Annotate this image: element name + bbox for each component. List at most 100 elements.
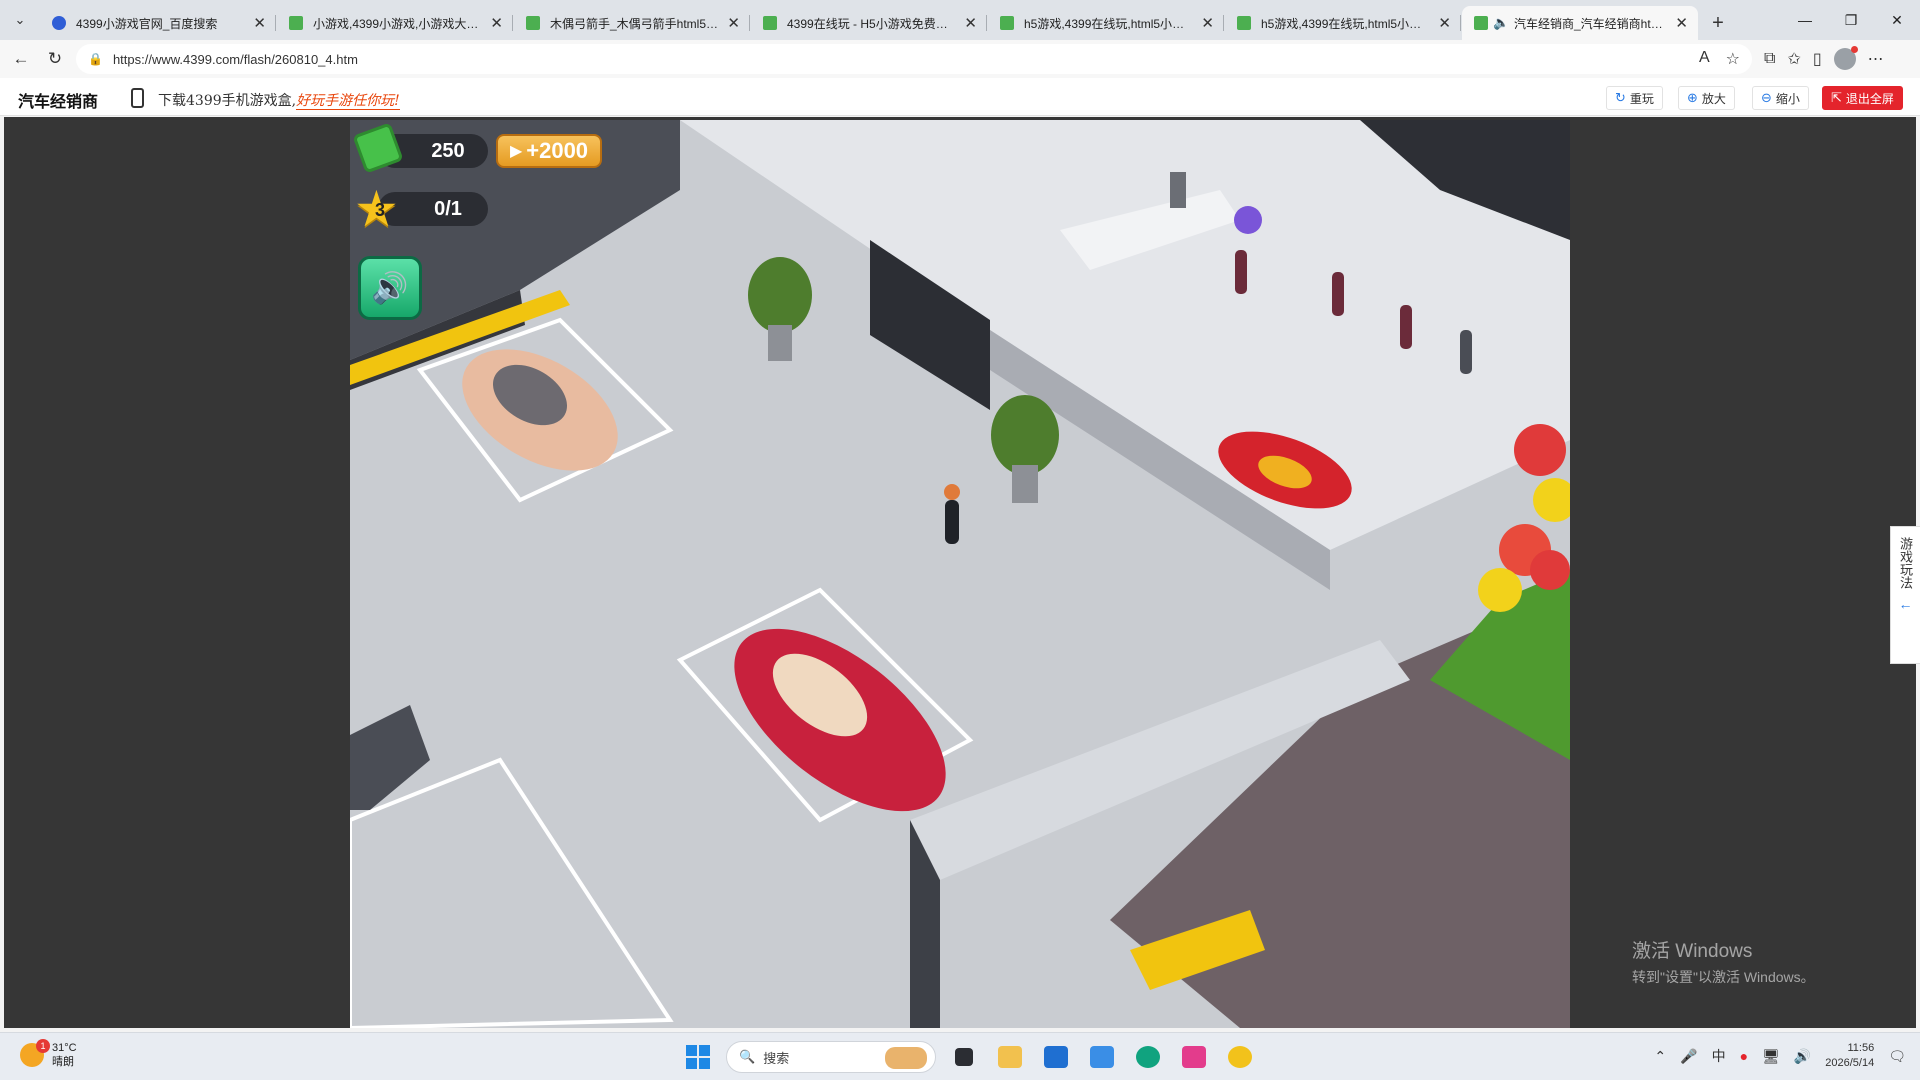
start-button[interactable] — [680, 1039, 716, 1075]
close-icon[interactable]: ✕ — [1675, 14, 1688, 32]
system-tray: ⌃ 🎤 中 ● 🖥 🔊 11:56 2026/5/14 🗨 — [1654, 1041, 1906, 1071]
favorites-icon[interactable]: ✩ — [1787, 49, 1800, 69]
tab-title: h5游戏,4399在线玩,html5小游戏 — [1261, 16, 1431, 31]
4399-icon — [1237, 16, 1251, 30]
read-aloud-icon[interactable]: A — [1699, 49, 1710, 69]
antivirus-icon[interactable]: ● — [1740, 1048, 1748, 1064]
exit-fullscreen-button[interactable]: ⇱ 退出全屏 — [1822, 86, 1903, 110]
volume-icon[interactable]: 🔊 — [1794, 1048, 1811, 1065]
edge-icon — [1136, 1046, 1160, 1068]
star-level: 3 — [374, 200, 385, 220]
media-icon — [1182, 1046, 1206, 1068]
extensions-icon[interactable]: ⧉ — [1764, 50, 1775, 68]
search-highlight-image — [885, 1047, 927, 1069]
close-icon[interactable]: ✕ — [964, 14, 977, 32]
tab-title: 4399小游戏官网_百度搜索 — [76, 16, 218, 31]
activation-watermark: 激活 Windows 转到"设置"以激活 Windows。 — [1632, 936, 1815, 987]
zoom-out-label: 缩小 — [1775, 91, 1800, 106]
tab[interactable]: h5游戏,4399在线玩,html5小游戏 ✕ — [1225, 6, 1461, 40]
weather-temp: 31°C — [52, 1042, 77, 1054]
arrow-left-icon: ← — [1898, 596, 1913, 612]
restore-icon[interactable]: ❐ — [1828, 0, 1874, 40]
game-title: 汽车经销商 — [18, 94, 99, 111]
tab-strip: ⌄ 4399小游戏官网_百度搜索 ✕ 小游戏,4399小游戏,小游戏大全,双 ✕ 木… — [0, 0, 1920, 40]
player-icon — [1228, 1046, 1252, 1068]
clock-time: 11:56 — [1847, 1042, 1875, 1054]
close-icon[interactable]: ✕ — [727, 14, 740, 32]
weather-widget[interactable]: 1 31°C 晴朗 — [20, 1039, 77, 1069]
4399-icon — [1474, 16, 1488, 30]
tab[interactable]: 4399在线玩 - H5小游戏免费畅玩 ✕ — [751, 6, 987, 40]
close-icon[interactable]: ✕ — [1201, 14, 1214, 32]
sound-toggle-button[interactable]: 🔊 — [358, 256, 422, 320]
refresh-icon: ↻ — [1615, 90, 1626, 105]
media-app[interactable] — [1176, 1039, 1212, 1075]
tab[interactable]: 木偶弓箭手_木偶弓箭手html5游戏 ✕ — [514, 6, 750, 40]
close-window-icon[interactable]: ✕ — [1874, 0, 1920, 40]
zoom-in-button[interactable]: ⊕ 放大 — [1678, 86, 1735, 110]
4399-icon — [763, 16, 777, 30]
video-icon: ▶ — [509, 143, 523, 160]
avatar[interactable] — [1833, 46, 1858, 70]
notifications-icon[interactable]: 🗨 — [1888, 1048, 1906, 1065]
speaker-icon: 🔊 — [371, 271, 409, 305]
edge-app[interactable] — [1130, 1039, 1166, 1075]
url-field[interactable]: 🔒 https://www.4399.com/flash/260810_4.ht… — [76, 44, 1752, 74]
how-to-play-tab[interactable]: 游戏玩法 ← — [1890, 526, 1920, 664]
favorite-star-icon[interactable]: ☆ — [1726, 49, 1740, 69]
network-icon[interactable]: 🖥 — [1762, 1048, 1780, 1065]
zoom-in-label: 放大 — [1701, 91, 1726, 106]
lock-icon[interactable]: 🔒 — [88, 52, 103, 66]
search-placeholder: 搜索 — [763, 1050, 790, 1066]
tab-actions-chevron-icon[interactable]: ⌄ — [0, 0, 40, 40]
address-bar: ← ↻ 🔒 https://www.4399.com/flash/260810_… — [0, 40, 1920, 78]
replay-label: 重玩 — [1629, 91, 1654, 106]
tab[interactable]: 4399小游戏官网_百度搜索 ✕ — [40, 6, 276, 40]
tab-title: 4399在线玩 - H5小游戏免费畅玩 — [787, 16, 957, 31]
collections-icon[interactable]: ▯ — [1813, 49, 1822, 69]
video-player-app[interactable] — [1222, 1039, 1258, 1075]
more-icon[interactable]: ⋯ — [1868, 49, 1884, 69]
chevron-up-icon[interactable]: ⌃ — [1654, 1048, 1666, 1065]
photos-app[interactable] — [1084, 1039, 1120, 1075]
notification-badge: 1 — [36, 1039, 50, 1053]
promo-link[interactable]: 下载4399手机游戏盒,好玩手游任你玩! — [158, 90, 400, 110]
store-app[interactable] — [1038, 1039, 1074, 1075]
new-tab-button[interactable]: + — [1699, 6, 1737, 40]
minimize-icon[interactable]: — — [1782, 0, 1828, 40]
taskview-app[interactable] — [946, 1039, 982, 1075]
close-icon[interactable]: ✕ — [1438, 14, 1451, 32]
file-explorer-app[interactable] — [992, 1039, 1028, 1075]
replay-button[interactable]: ↻ 重玩 — [1606, 86, 1663, 110]
exit-fullscreen-label: 退出全屏 — [1845, 91, 1894, 106]
tab[interactable]: h5游戏,4399在线玩,html5小游戏 ✕ — [988, 6, 1224, 40]
tab[interactable]: 小游戏,4399小游戏,小游戏大全,双 ✕ — [277, 6, 513, 40]
cash-value: 250 — [431, 139, 465, 162]
zoom-out-button[interactable]: ⊖ 缩小 — [1752, 86, 1809, 110]
input-method-icon[interactable]: 中 — [1712, 1046, 1726, 1066]
site-header: 汽车经销商 下载4399手机游戏盒,好玩手游任你玩! ↻ 重玩 ⊕ 放大 ⊖ 缩小 ⇱… — [0, 78, 1920, 116]
promo-prefix: 下载4399手机游戏盒, — [158, 93, 297, 109]
reload-icon[interactable]: ↻ — [38, 44, 72, 74]
exit-icon: ⇱ — [1831, 90, 1842, 105]
tab-active[interactable]: 🔈 汽车经销商_汽车经销商html5 ✕ — [1462, 6, 1698, 40]
game-scene — [350, 120, 1570, 1028]
watch-ad-button[interactable]: ▶ +2000 — [496, 134, 602, 168]
zoom-out-icon: ⊖ — [1761, 90, 1772, 105]
tab-title: 汽车经销商_汽车经销商html5 — [1514, 16, 1668, 31]
watermark-line1: 激活 Windows — [1632, 941, 1753, 962]
speaker-icon[interactable]: 🔈 — [1493, 15, 1509, 31]
how-to-play-label: 游戏玩法 — [1898, 537, 1913, 589]
watermark-line2: 转到"设置"以激活 Windows。 — [1632, 969, 1815, 985]
close-icon[interactable]: ✕ — [253, 14, 266, 32]
microphone-icon[interactable]: 🎤 — [1680, 1048, 1697, 1065]
close-icon[interactable]: ✕ — [490, 14, 503, 32]
url-text: https://www.4399.com/flash/260810_4.htm — [112, 51, 358, 67]
stars-progress: 0/1 — [434, 197, 462, 220]
back-icon[interactable]: ← — [4, 44, 38, 74]
game-canvas[interactable]: 250 ▶ +2000 0/1 ★ 3 🔊 — [350, 120, 1570, 1028]
sun-icon: 1 — [20, 1039, 50, 1067]
taskbar-search[interactable]: 🔍 搜索 — [726, 1041, 936, 1073]
clock[interactable]: 11:56 2026/5/14 — [1825, 1041, 1874, 1071]
4399-icon — [1000, 16, 1014, 30]
